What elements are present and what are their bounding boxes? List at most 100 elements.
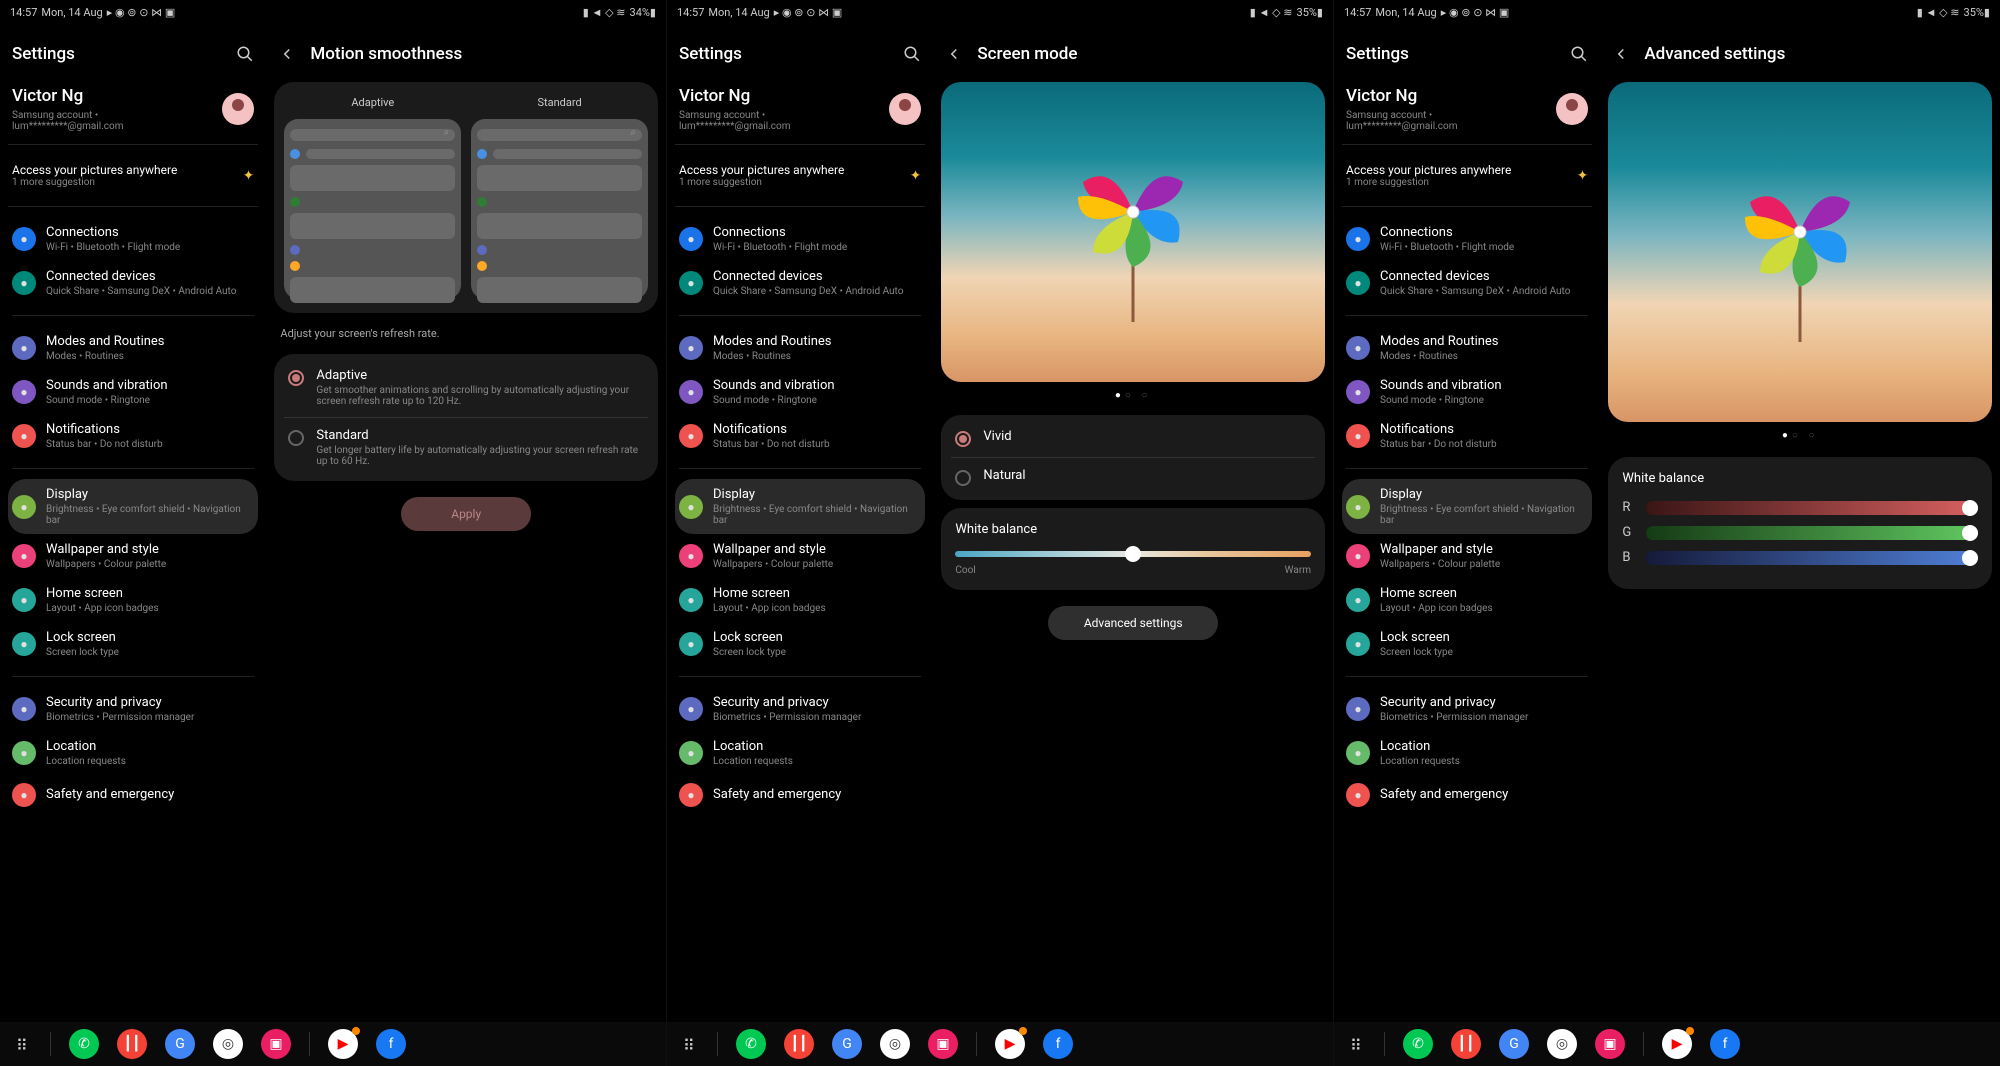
r-slider[interactable]: R [1622,500,1978,515]
taskbar-facebook-icon[interactable]: f [1043,1029,1073,1059]
sparkle-icon: ✦ [1577,168,1589,184]
taskbar-gallery-icon[interactable]: ▣ [928,1029,958,1059]
sidebar-item-location[interactable]: ● Location Location requests [8,731,258,775]
option-desc: Get smoother animations and scrolling by… [316,385,644,407]
account-section[interactable]: Victor Ng Samsung account • lum*********… [675,74,925,145]
taskbar-google-icon[interactable]: G [832,1029,862,1059]
taskbar-youtube-icon[interactable]: ▶ [1662,1029,1692,1059]
sidebar-item-notifications[interactable]: ● Notifications Status bar • Do not dist… [675,414,925,458]
b-slider[interactable]: B [1622,550,1978,565]
sidebar-item-safety-and-emergency[interactable]: ● Safety and emergency [675,775,925,815]
advanced-settings-button[interactable]: Advanced settings [1048,606,1218,640]
apply-button[interactable]: Apply [401,497,531,531]
preview-image[interactable] [941,82,1325,382]
taskbar-recorder-icon[interactable]: ┃┃ [784,1029,814,1059]
option-vivid[interactable]: Vivid [951,419,1315,457]
taskbar-phone-icon[interactable]: ✆ [69,1029,99,1059]
avatar[interactable] [889,93,921,125]
preview-image[interactable] [1608,82,1992,422]
taskbar-recorder-icon[interactable]: ┃┃ [117,1029,147,1059]
sidebar-item-notifications[interactable]: ● Notifications Status bar • Do not dist… [1342,414,1592,458]
avatar[interactable] [222,93,254,125]
taskbar-youtube-icon[interactable]: ▶ [995,1029,1025,1059]
sidebar-item-connected-devices[interactable]: ● Connected devices Quick Share • Samsun… [8,261,258,305]
sidebar-item-wallpaper-and-style[interactable]: ● Wallpaper and style Wallpapers • Colou… [1342,534,1592,578]
sidebar-item-display[interactable]: ● Display Brightness • Eye comfort shiel… [8,479,258,534]
taskbar-chrome-icon[interactable]: ◎ [213,1029,243,1059]
taskbar-gallery-icon[interactable]: ▣ [1595,1029,1625,1059]
sidebar-item-display[interactable]: ● Display Brightness • Eye comfort shiel… [675,479,925,534]
sidebar-item-modes-and-routines[interactable]: ● Modes and Routines Modes • Routines [1342,326,1592,370]
sidebar-item-lock-screen[interactable]: ● Lock screen Screen lock type [1342,622,1592,666]
sidebar-item-location[interactable]: ● Location Location requests [1342,731,1592,775]
item-sub: Wallpapers • Colour palette [1380,559,1588,570]
search-icon[interactable] [903,45,921,63]
suggestion[interactable]: Access your pictures anywhere 1 more sug… [675,145,925,207]
sidebar-item-security-and-privacy[interactable]: ● Security and privacy Biometrics • Perm… [1342,687,1592,731]
sidebar-item-connected-devices[interactable]: ● Connected devices Quick Share • Samsun… [1342,261,1592,305]
search-icon[interactable] [236,45,254,63]
apps-grid-icon[interactable]: ⠿ [1350,1036,1366,1052]
sidebar-item-notifications[interactable]: ● Notifications Status bar • Do not dist… [8,414,258,458]
g-slider[interactable]: G [1622,525,1978,540]
sidebar-item-lock-screen[interactable]: ● Lock screen Screen lock type [8,622,258,666]
sidebar-item-safety-and-emergency[interactable]: ● Safety and emergency [1342,775,1592,815]
taskbar-recorder-icon[interactable]: ┃┃ [1451,1029,1481,1059]
sidebar-item-modes-and-routines[interactable]: ● Modes and Routines Modes • Routines [675,326,925,370]
sidebar-item-security-and-privacy[interactable]: ● Security and privacy Biometrics • Perm… [675,687,925,731]
sidebar-item-connected-devices[interactable]: ● Connected devices Quick Share • Samsun… [675,261,925,305]
taskbar-facebook-icon[interactable]: f [1710,1029,1740,1059]
taskbar-gallery-icon[interactable]: ▣ [261,1029,291,1059]
sidebar-item-location[interactable]: ● Location Location requests [675,731,925,775]
apps-grid-icon[interactable]: ⠿ [16,1036,32,1052]
sidebar-item-modes-and-routines[interactable]: ● Modes and Routines Modes • Routines [8,326,258,370]
sidebar-item-home-screen[interactable]: ● Home screen Layout • App icon badges [1342,578,1592,622]
item-title: Safety and emergency [1380,787,1588,802]
search-icon[interactable] [1570,45,1588,63]
sidebar-item-connections[interactable]: ● Connections Wi-Fi • Bluetooth • Flight… [675,217,925,261]
sidebar-item-home-screen[interactable]: ● Home screen Layout • App icon badges [675,578,925,622]
taskbar-google-icon[interactable]: G [1499,1029,1529,1059]
taskbar-youtube-icon[interactable]: ▶ [328,1029,358,1059]
settings-sidebar: Settings Victor Ng Samsung account • lum… [667,24,933,1022]
account-section[interactable]: Victor Ng Samsung account • lum*********… [8,74,258,145]
sidebar-item-sounds-and-vibration[interactable]: ● Sounds and vibration Sound mode • Ring… [8,370,258,414]
sidebar-item-sounds-and-vibration[interactable]: ● Sounds and vibration Sound mode • Ring… [1342,370,1592,414]
sidebar-item-display[interactable]: ● Display Brightness • Eye comfort shiel… [1342,479,1592,534]
option-adaptive[interactable]: Adaptive Get smoother animations and scr… [284,358,648,417]
taskbar-chrome-icon[interactable]: ◎ [1547,1029,1577,1059]
taskbar-google-icon[interactable]: G [165,1029,195,1059]
item-title: Display [1380,487,1588,502]
taskbar-phone-icon[interactable]: ✆ [736,1029,766,1059]
avatar[interactable] [1556,93,1588,125]
taskbar: ⠿ ✆ ┃┃ G ◎ ▣ ▶ f [1334,1022,2000,1066]
sidebar-item-connections[interactable]: ● Connections Wi-Fi • Bluetooth • Flight… [1342,217,1592,261]
apps-grid-icon[interactable]: ⠿ [683,1036,699,1052]
sidebar-item-wallpaper-and-style[interactable]: ● Wallpaper and style Wallpapers • Colou… [8,534,258,578]
option-natural[interactable]: Natural [951,457,1315,496]
back-icon[interactable] [278,45,296,63]
preview-box [284,119,461,299]
wb-slider[interactable] [955,551,1311,557]
detail-title: Advanced settings [1644,44,1785,64]
taskbar-phone-icon[interactable]: ✆ [1403,1029,1433,1059]
item-sub: Modes • Routines [713,351,921,362]
back-icon[interactable] [1612,45,1630,63]
account-section[interactable]: Victor Ng Samsung account • lum*********… [1342,74,1592,145]
item-sub: Status bar • Do not disturb [46,439,254,450]
option-standard[interactable]: Standard Get longer battery life by auto… [284,417,648,477]
item-icon: ● [12,697,36,721]
radio-icon [288,370,304,386]
suggestion[interactable]: Access your pictures anywhere 1 more sug… [8,145,258,207]
sidebar-item-wallpaper-and-style[interactable]: ● Wallpaper and style Wallpapers • Colou… [675,534,925,578]
sidebar-item-security-and-privacy[interactable]: ● Security and privacy Biometrics • Perm… [8,687,258,731]
taskbar-chrome-icon[interactable]: ◎ [880,1029,910,1059]
taskbar-facebook-icon[interactable]: f [376,1029,406,1059]
suggestion[interactable]: Access your pictures anywhere 1 more sug… [1342,145,1592,207]
sidebar-item-lock-screen[interactable]: ● Lock screen Screen lock type [675,622,925,666]
sidebar-item-safety-and-emergency[interactable]: ● Safety and emergency [8,775,258,815]
sidebar-item-connections[interactable]: ● Connections Wi-Fi • Bluetooth • Flight… [8,217,258,261]
sidebar-item-home-screen[interactable]: ● Home screen Layout • App icon badges [8,578,258,622]
sidebar-item-sounds-and-vibration[interactable]: ● Sounds and vibration Sound mode • Ring… [675,370,925,414]
back-icon[interactable] [945,45,963,63]
